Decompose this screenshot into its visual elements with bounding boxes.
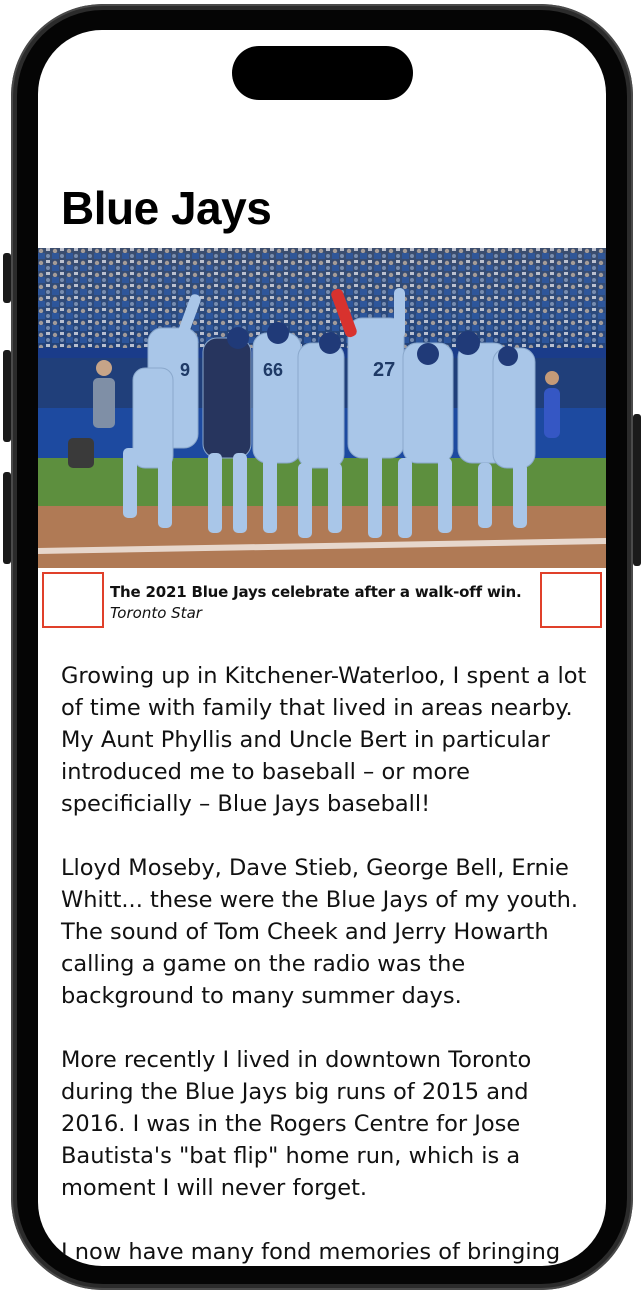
screen[interactable]: Blue Jays 9 66 27 The 2021 Blue Jays cel… <box>38 30 606 1266</box>
caption-highlight-right <box>540 572 602 628</box>
article-photo: 9 66 27 <box>38 248 606 568</box>
photo-credit: Toronto Star <box>110 604 202 622</box>
action-button <box>3 253 11 303</box>
article-body: Growing up in Kitchener-Waterloo, I spen… <box>61 660 591 1266</box>
caption-highlight-left <box>42 572 104 628</box>
article-paragraph: More recently I lived in downtown Toront… <box>61 1047 532 1201</box>
article-paragraph: Lloyd Moseby, Dave Stieb, George Bell, E… <box>61 855 579 1009</box>
page-title: Blue Jays <box>61 182 272 234</box>
volume-up-button <box>3 350 11 442</box>
article-paragraph: I now have many fond memories of bringin… <box>61 1239 561 1265</box>
photo-caption: The 2021 Blue Jays celebrate after a wal… <box>110 583 522 601</box>
article-paragraph: Growing up in Kitchener-Waterloo, I spen… <box>61 663 587 817</box>
svg-text:66: 66 <box>263 360 283 380</box>
photo-caption-row: The 2021 Blue Jays celebrate after a wal… <box>38 571 606 631</box>
phone-device: Blue Jays 9 66 27 The 2021 Blue Jays cel… <box>0 0 644 1294</box>
volume-down-button <box>3 472 11 564</box>
dynamic-island <box>232 46 413 100</box>
svg-text:27: 27 <box>373 359 395 381</box>
power-button <box>633 414 641 566</box>
svg-text:9: 9 <box>180 360 190 380</box>
